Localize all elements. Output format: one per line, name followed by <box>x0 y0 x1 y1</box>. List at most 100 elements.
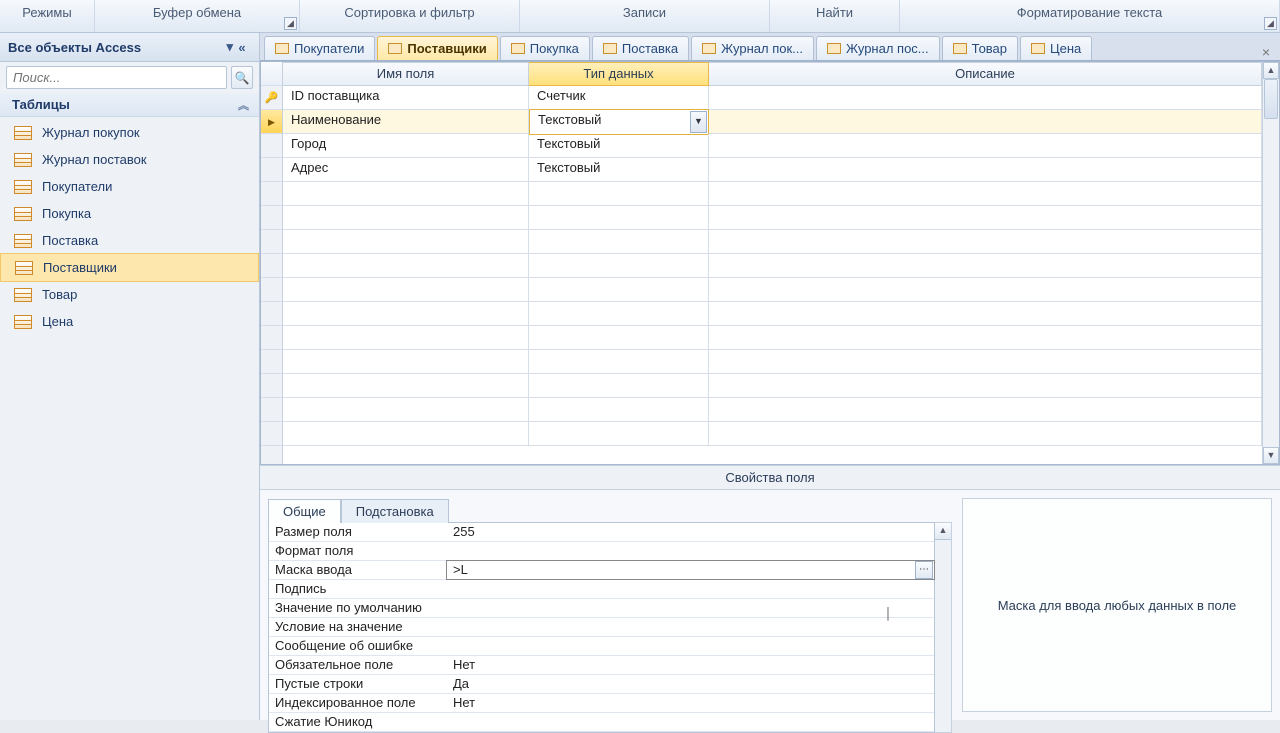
data-type-cell[interactable]: Счетчик <box>529 86 709 110</box>
field-name-cell[interactable]: ID поставщика <box>283 86 529 110</box>
property-value[interactable] <box>447 580 934 598</box>
property-value[interactable]: Да <box>447 675 934 693</box>
description-cell[interactable] <box>709 158 1262 182</box>
row-selector[interactable] <box>261 302 282 326</box>
design-row[interactable] <box>283 230 1262 254</box>
row-selector[interactable] <box>261 278 282 302</box>
property-row[interactable]: Обязательное полеНет <box>269 656 934 675</box>
property-row[interactable]: Условие на значение <box>269 618 934 637</box>
expand-icon[interactable]: ◢ <box>1264 17 1277 30</box>
search-icon[interactable]: 🔍 <box>231 66 253 89</box>
nav-item-поставка[interactable]: Поставка <box>0 227 259 254</box>
description-cell[interactable] <box>709 134 1262 158</box>
property-row[interactable]: Значение по умолчанию <box>269 599 934 618</box>
nav-header[interactable]: Все объекты Access ▾ « <box>0 33 259 62</box>
scroll-up-icon[interactable]: ▲ <box>935 523 951 540</box>
collapse-icon[interactable]: « <box>233 40 251 55</box>
design-row[interactable]: АдресТекстовый <box>283 158 1262 182</box>
data-type-cell[interactable]: Текстовый <box>529 134 709 158</box>
field-name-cell[interactable]: Адрес <box>283 158 529 182</box>
property-row[interactable]: Маска ввода>L⋯ <box>269 561 934 580</box>
property-value[interactable] <box>447 542 934 560</box>
design-row[interactable] <box>283 422 1262 446</box>
nav-search-input[interactable] <box>6 66 227 89</box>
document-tab[interactable]: Покупатели <box>264 36 375 60</box>
property-value[interactable] <box>447 599 934 617</box>
design-row[interactable]: ГородТекстовый <box>283 134 1262 158</box>
row-selector[interactable] <box>261 86 282 110</box>
row-selector[interactable] <box>261 206 282 230</box>
document-tab[interactable]: Журнал пок... <box>691 36 814 60</box>
nav-section-tables[interactable]: Таблицы ︽ <box>0 93 259 117</box>
dropdown-icon[interactable]: ▼ <box>690 111 707 133</box>
col-header-description[interactable]: Описание <box>709 62 1262 86</box>
row-selector[interactable] <box>261 254 282 278</box>
design-row[interactable] <box>283 398 1262 422</box>
row-selector[interactable] <box>261 182 282 206</box>
field-name-cell[interactable]: Город <box>283 134 529 158</box>
property-value[interactable] <box>447 713 934 731</box>
row-selector[interactable] <box>261 398 282 422</box>
document-tab[interactable]: Цена <box>1020 36 1092 60</box>
design-row[interactable] <box>283 206 1262 230</box>
nav-item-товар[interactable]: Товар <box>0 281 259 308</box>
scroll-thumb[interactable] <box>1264 79 1278 119</box>
property-value[interactable] <box>447 618 934 636</box>
scroll-down-icon[interactable]: ▼ <box>1263 447 1279 464</box>
nav-item-журнал-покупок[interactable]: Журнал покупок <box>0 119 259 146</box>
design-row[interactable] <box>283 350 1262 374</box>
scroll-up-icon[interactable]: ▲ <box>1263 62 1279 79</box>
row-selector[interactable] <box>261 374 282 398</box>
grid-vscrollbar[interactable]: ▲ ▼ <box>1262 62 1279 464</box>
tab-lookup[interactable]: Подстановка <box>341 499 449 523</box>
property-row[interactable]: Размер поля255 <box>269 523 934 542</box>
col-header-fieldname[interactable]: Имя поля <box>283 62 529 86</box>
field-name-cell[interactable]: Наименование <box>283 110 529 134</box>
row-selector[interactable] <box>261 422 282 446</box>
design-row[interactable]: НаименованиеТекстовый▼ <box>283 110 1262 134</box>
property-row[interactable]: Формат поля <box>269 542 934 561</box>
row-selector[interactable] <box>261 110 282 134</box>
chevron-up-icon[interactable]: ︽ <box>238 97 249 113</box>
property-row[interactable]: Пустые строкиДа <box>269 675 934 694</box>
document-tab[interactable]: Товар <box>942 36 1018 60</box>
nav-item-покупатели[interactable]: Покупатели <box>0 173 259 200</box>
expand-icon[interactable]: ◢ <box>284 17 297 30</box>
row-selector[interactable] <box>261 134 282 158</box>
document-tab[interactable]: Покупка <box>500 36 590 60</box>
nav-item-покупка[interactable]: Покупка <box>0 200 259 227</box>
tab-general[interactable]: Общие <box>268 499 341 523</box>
property-row[interactable]: Индексированное полеНет <box>269 694 934 713</box>
row-selector[interactable] <box>261 230 282 254</box>
property-value[interactable]: Нет <box>447 694 934 712</box>
props-vscrollbar[interactable]: ▲ <box>935 522 952 733</box>
row-selector[interactable] <box>261 326 282 350</box>
design-row[interactable] <box>283 278 1262 302</box>
property-value[interactable]: Нет <box>447 656 934 674</box>
nav-item-журнал-поставок[interactable]: Журнал поставок <box>0 146 259 173</box>
design-row[interactable] <box>283 326 1262 350</box>
property-value[interactable]: >L⋯ <box>447 561 934 579</box>
nav-item-цена[interactable]: Цена <box>0 308 259 335</box>
description-cell[interactable] <box>709 86 1262 110</box>
property-row[interactable]: Сжатие Юникод <box>269 713 934 732</box>
design-row[interactable] <box>283 254 1262 278</box>
design-row[interactable] <box>283 374 1262 398</box>
builder-button[interactable]: ⋯ <box>915 561 933 579</box>
design-row[interactable]: ID поставщикаСчетчик <box>283 86 1262 110</box>
document-tab[interactable]: Поставщики <box>377 36 497 60</box>
property-row[interactable]: Подпись <box>269 580 934 599</box>
data-type-cell[interactable]: Текстовый▼ <box>529 109 709 135</box>
property-value[interactable]: 255 <box>447 523 934 541</box>
design-row[interactable] <box>283 302 1262 326</box>
row-selector[interactable] <box>261 158 282 182</box>
close-all-tabs[interactable]: × <box>1256 44 1276 60</box>
property-value[interactable] <box>447 637 934 655</box>
col-header-datatype[interactable]: Тип данных <box>529 62 709 86</box>
design-row[interactable] <box>283 182 1262 206</box>
document-tab[interactable]: Журнал пос... <box>816 36 940 60</box>
row-selector[interactable] <box>261 350 282 374</box>
document-tab[interactable]: Поставка <box>592 36 689 60</box>
description-cell[interactable] <box>709 110 1262 134</box>
nav-item-поставщики[interactable]: Поставщики <box>0 253 259 282</box>
